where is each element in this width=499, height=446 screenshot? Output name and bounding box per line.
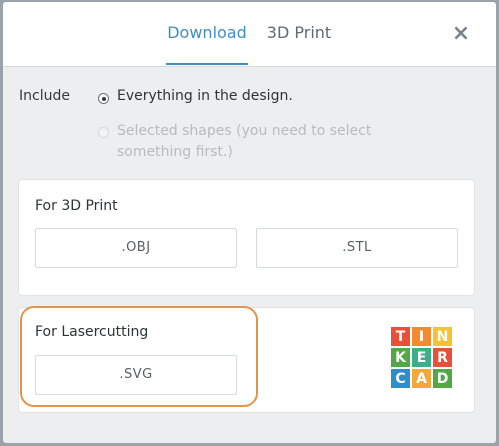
radio-everything[interactable] <box>98 93 109 104</box>
close-icon[interactable]: × <box>451 23 471 45</box>
logo-letter: K <box>391 348 410 367</box>
tinkercad-logo: T I N K E R C A D <box>391 327 452 388</box>
svg-button[interactable]: .SVG <box>35 355 237 395</box>
logo-letter: C <box>391 369 410 388</box>
card-title-lasercutting: For Lasercutting <box>35 324 149 340</box>
tab-download[interactable]: Download <box>166 2 248 65</box>
logo-letter: A <box>412 369 431 388</box>
obj-button[interactable]: .OBJ <box>35 228 237 268</box>
logo-letter: D <box>433 369 452 388</box>
card-3d-print: For 3D Print .OBJ .STL <box>19 180 474 295</box>
logo-letter: I <box>412 327 431 346</box>
stl-button[interactable]: .STL <box>256 228 458 268</box>
dialog-header: Download 3D Print × <box>3 2 496 67</box>
tab-3d-print[interactable]: 3D Print <box>264 2 334 65</box>
logo-letter: N <box>433 327 452 346</box>
logo-letter: E <box>412 348 431 367</box>
include-label: Include <box>19 88 70 104</box>
logo-letter: R <box>433 348 452 367</box>
radio-selected-shapes <box>98 127 109 138</box>
option-everything-label[interactable]: Everything in the design. <box>117 88 293 104</box>
option-selected-shapes-label: Selected shapes (you need to select some… <box>117 123 372 160</box>
card-title-3d-print: For 3D Print <box>35 198 118 214</box>
export-dialog: Download 3D Print × Include Everything i… <box>3 2 496 443</box>
logo-letter: T <box>391 327 410 346</box>
